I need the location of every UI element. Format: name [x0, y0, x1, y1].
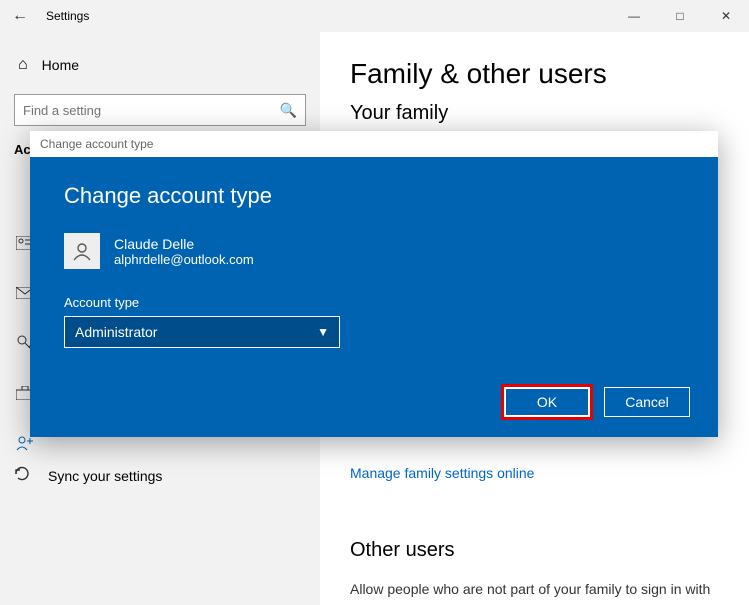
user-row: Claude Delle alphrdelle@outlook.com	[64, 233, 684, 269]
window-controls: — □ ✕	[611, 0, 749, 32]
section-your-family: Your family	[350, 102, 723, 125]
dialog-crumb: Change account type	[30, 131, 718, 157]
change-account-dialog: Change account type Change account type …	[30, 131, 718, 437]
cancel-button[interactable]: Cancel	[604, 387, 690, 417]
back-button[interactable]: ←	[0, 7, 40, 25]
sync-icon	[14, 466, 30, 485]
close-button[interactable]: ✕	[703, 0, 749, 32]
chevron-down-icon: ▼	[317, 325, 329, 339]
manage-family-link[interactable]: Manage family settings online	[350, 465, 534, 481]
other-users-note: Allow people who are not part of your fa…	[350, 580, 723, 600]
search-input[interactable]	[23, 103, 280, 118]
dialog-title: Change account type	[64, 183, 684, 209]
search-icon: 🔍	[280, 102, 297, 119]
dialog-buttons: OK Cancel	[504, 387, 690, 417]
sync-label: Sync your settings	[48, 468, 162, 484]
page-title: Family & other users	[350, 58, 723, 90]
dialog-body: Change account type Claude Delle alphrde…	[30, 157, 718, 437]
search-box[interactable]: 🔍	[14, 94, 306, 126]
section-other-users: Other users	[350, 539, 723, 562]
user-name: Claude Delle	[114, 236, 254, 252]
select-value: Administrator	[75, 324, 157, 340]
sync-nav[interactable]: Sync your settings	[14, 466, 162, 485]
window-title: Settings	[40, 9, 89, 23]
maximize-button[interactable]: □	[657, 0, 703, 32]
titlebar: ← Settings — □ ✕	[0, 0, 749, 32]
user-text: Claude Delle alphrdelle@outlook.com	[114, 236, 254, 267]
home-label: Home	[42, 57, 79, 73]
user-email: alphrdelle@outlook.com	[114, 252, 254, 267]
account-type-label: Account type	[64, 295, 684, 310]
home-icon: ⌂	[18, 56, 28, 74]
account-type-select[interactable]: Administrator ▼	[64, 316, 340, 348]
home-nav[interactable]: ⌂ Home	[18, 56, 306, 74]
minimize-button[interactable]: —	[611, 0, 657, 32]
avatar	[64, 233, 100, 269]
ok-button[interactable]: OK	[504, 387, 590, 417]
